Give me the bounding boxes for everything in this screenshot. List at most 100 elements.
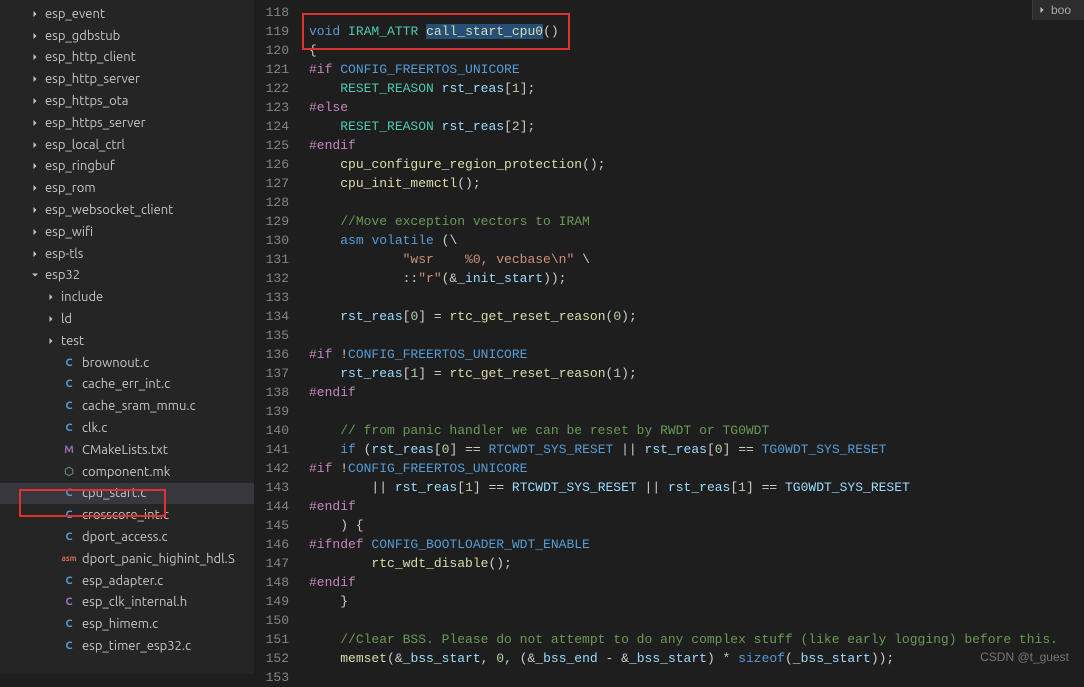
- tree-item-clk-c[interactable]: Cclk.c: [0, 417, 254, 439]
- tree-item-cpu-start-c[interactable]: Ccpu_start.c: [0, 483, 254, 505]
- code-line-131[interactable]: "wsr %0, vecbase\n" \: [309, 250, 1084, 269]
- file-icon: C: [61, 376, 77, 392]
- line-number: 152: [254, 649, 289, 668]
- code-line-122[interactable]: RESET_REASON rst_reas[1];: [309, 79, 1084, 98]
- code-line-119[interactable]: void IRAM_ATTR call_start_cpu0(): [309, 22, 1084, 41]
- line-number: 149: [254, 592, 289, 611]
- code-line-136[interactable]: #if !CONFIG_FREERTOS_UNICORE: [309, 345, 1084, 364]
- tree-item-esp-rom[interactable]: esp_rom: [0, 177, 254, 199]
- tree-item-esp-gdbstub[interactable]: esp_gdbstub: [0, 25, 254, 47]
- code-line-138[interactable]: #endif: [309, 383, 1084, 402]
- code-line-150[interactable]: [309, 611, 1084, 630]
- tree-item-esp-https-ota[interactable]: esp_https_ota: [0, 90, 254, 112]
- line-number: 128: [254, 193, 289, 212]
- tree-item-test[interactable]: test: [0, 330, 254, 352]
- code-line-125[interactable]: #endif: [309, 136, 1084, 155]
- code-line-134[interactable]: rst_reas[0] = rtc_get_reset_reason(0);: [309, 307, 1084, 326]
- tree-item-esp-timer-esp32-c[interactable]: Cesp_timer_esp32.c: [0, 635, 254, 657]
- line-number: 136: [254, 345, 289, 364]
- tree-item-label: esp_himem.c: [82, 617, 158, 631]
- tree-item-dport-access-c[interactable]: Cdport_access.c: [0, 526, 254, 548]
- code-line-153[interactable]: [309, 668, 1084, 687]
- tree-item-esp32[interactable]: esp32: [0, 265, 254, 287]
- app-root: esp_eventesp_gdbstubesp_http_clientesp_h…: [0, 0, 1084, 674]
- code-line-152[interactable]: memset(&_bss_start, 0, (&_bss_end - &_bs…: [309, 649, 1084, 668]
- tree-item-esp-websocket-client[interactable]: esp_websocket_client: [0, 199, 254, 221]
- chevron-right-icon: [28, 159, 42, 173]
- chevron-right-icon: [28, 29, 42, 43]
- watermark-text: CSDN @t_guest: [980, 650, 1069, 664]
- tree-item-esp-clk-internal-h[interactable]: Cesp_clk_internal.h: [0, 592, 254, 614]
- code-line-133[interactable]: [309, 288, 1084, 307]
- code-line-146[interactable]: #ifndef CONFIG_BOOTLOADER_WDT_ENABLE: [309, 535, 1084, 554]
- tree-item-esp-wifi[interactable]: esp_wifi: [0, 221, 254, 243]
- tree-item-dport-panic-highint-hdl-s[interactable]: asmdport_panic_highint_hdl.S: [0, 548, 254, 570]
- chevron-right-icon: [44, 312, 58, 326]
- code-line-140[interactable]: // from panic handler we can be reset by…: [309, 421, 1084, 440]
- tree-item-esp-http-server[interactable]: esp_http_server: [0, 68, 254, 90]
- tree-item-ld[interactable]: ld: [0, 308, 254, 330]
- code-line-151[interactable]: //Clear BSS. Please do not attempt to do…: [309, 630, 1084, 649]
- code-line-127[interactable]: cpu_init_memctl();: [309, 174, 1084, 193]
- code-line-148[interactable]: #endif: [309, 573, 1084, 592]
- code-line-145[interactable]: ) {: [309, 516, 1084, 535]
- line-number: 142: [254, 459, 289, 478]
- code-line-123[interactable]: #else: [309, 98, 1084, 117]
- file-explorer-sidebar[interactable]: esp_eventesp_gdbstubesp_http_clientesp_h…: [0, 0, 254, 674]
- tree-item-esp-himem-c[interactable]: Cesp_himem.c: [0, 613, 254, 635]
- tree-item-label: dport_access.c: [82, 530, 168, 544]
- tree-item-label: esp_https_server: [45, 116, 146, 130]
- line-number: 119: [254, 22, 289, 41]
- code-line-142[interactable]: #if !CONFIG_FREERTOS_UNICORE: [309, 459, 1084, 478]
- tree-item-include[interactable]: include: [0, 286, 254, 308]
- line-number: 139: [254, 402, 289, 421]
- tree-item-label: ld: [61, 312, 72, 326]
- line-number: 124: [254, 117, 289, 136]
- code-line-120[interactable]: {: [309, 41, 1084, 60]
- code-line-141[interactable]: if (rst_reas[0] == RTCWDT_SYS_RESET || r…: [309, 440, 1084, 459]
- code-line-144[interactable]: #endif: [309, 497, 1084, 516]
- code-line-128[interactable]: [309, 193, 1084, 212]
- code-line-130[interactable]: asm volatile (\: [309, 231, 1084, 250]
- chevron-down-icon: [28, 268, 42, 282]
- outline-pane-item[interactable]: boo: [1032, 0, 1084, 20]
- code-editor[interactable]: 1181191201211221231241251261271281291301…: [254, 0, 1084, 674]
- code-line-132[interactable]: ::"r"(&_init_start));: [309, 269, 1084, 288]
- tree-item-component-mk[interactable]: ⬡component.mk: [0, 461, 254, 483]
- file-icon: C: [61, 485, 77, 501]
- code-line-129[interactable]: //Move exception vectors to IRAM: [309, 212, 1084, 231]
- file-icon: M: [61, 442, 77, 458]
- code-line-147[interactable]: rtc_wdt_disable();: [309, 554, 1084, 573]
- tree-item-esp-tls[interactable]: esp-tls: [0, 243, 254, 265]
- tree-item-label: esp32: [45, 268, 80, 282]
- tree-item-esp-ringbuf[interactable]: esp_ringbuf: [0, 156, 254, 178]
- tree-item-esp-event[interactable]: esp_event: [0, 3, 254, 25]
- tree-item-esp-local-ctrl[interactable]: esp_local_ctrl: [0, 134, 254, 156]
- tree-item-cache-sram-mmu-c[interactable]: Ccache_sram_mmu.c: [0, 395, 254, 417]
- tree-item-label: esp_gdbstub: [45, 29, 120, 43]
- line-number: 134: [254, 307, 289, 326]
- code-line-124[interactable]: RESET_REASON rst_reas[2];: [309, 117, 1084, 136]
- tree-item-label: crosscore_int.c: [82, 508, 169, 522]
- code-line-135[interactable]: [309, 326, 1084, 345]
- code-line-137[interactable]: rst_reas[1] = rtc_get_reset_reason(1);: [309, 364, 1084, 383]
- code-line-149[interactable]: }: [309, 592, 1084, 611]
- code-line-143[interactable]: || rst_reas[1] == RTCWDT_SYS_RESET || rs…: [309, 478, 1084, 497]
- tree-item-label: cache_sram_mmu.c: [82, 399, 196, 413]
- tree-item-esp-http-client[interactable]: esp_http_client: [0, 47, 254, 69]
- tree-item-crosscore-int-c[interactable]: Ccrosscore_int.c: [0, 504, 254, 526]
- code-line-126[interactable]: cpu_configure_region_protection();: [309, 155, 1084, 174]
- code-area[interactable]: void IRAM_ATTR call_start_cpu0(){#if CON…: [309, 0, 1084, 674]
- code-line-121[interactable]: #if CONFIG_FREERTOS_UNICORE: [309, 60, 1084, 79]
- tree-item-cmakelists-txt[interactable]: MCMakeLists.txt: [0, 439, 254, 461]
- tree-item-label: esp_rom: [45, 181, 96, 195]
- tree-item-brownout-c[interactable]: Cbrownout.c: [0, 352, 254, 374]
- tree-item-cache-err-int-c[interactable]: Ccache_err_int.c: [0, 374, 254, 396]
- code-line-118[interactable]: [309, 3, 1084, 22]
- tree-item-label: brownout.c: [82, 356, 149, 370]
- tree-item-label: test: [61, 334, 84, 348]
- code-line-139[interactable]: [309, 402, 1084, 421]
- line-number: 141: [254, 440, 289, 459]
- tree-item-esp-adapter-c[interactable]: Cesp_adapter.c: [0, 570, 254, 592]
- tree-item-esp-https-server[interactable]: esp_https_server: [0, 112, 254, 134]
